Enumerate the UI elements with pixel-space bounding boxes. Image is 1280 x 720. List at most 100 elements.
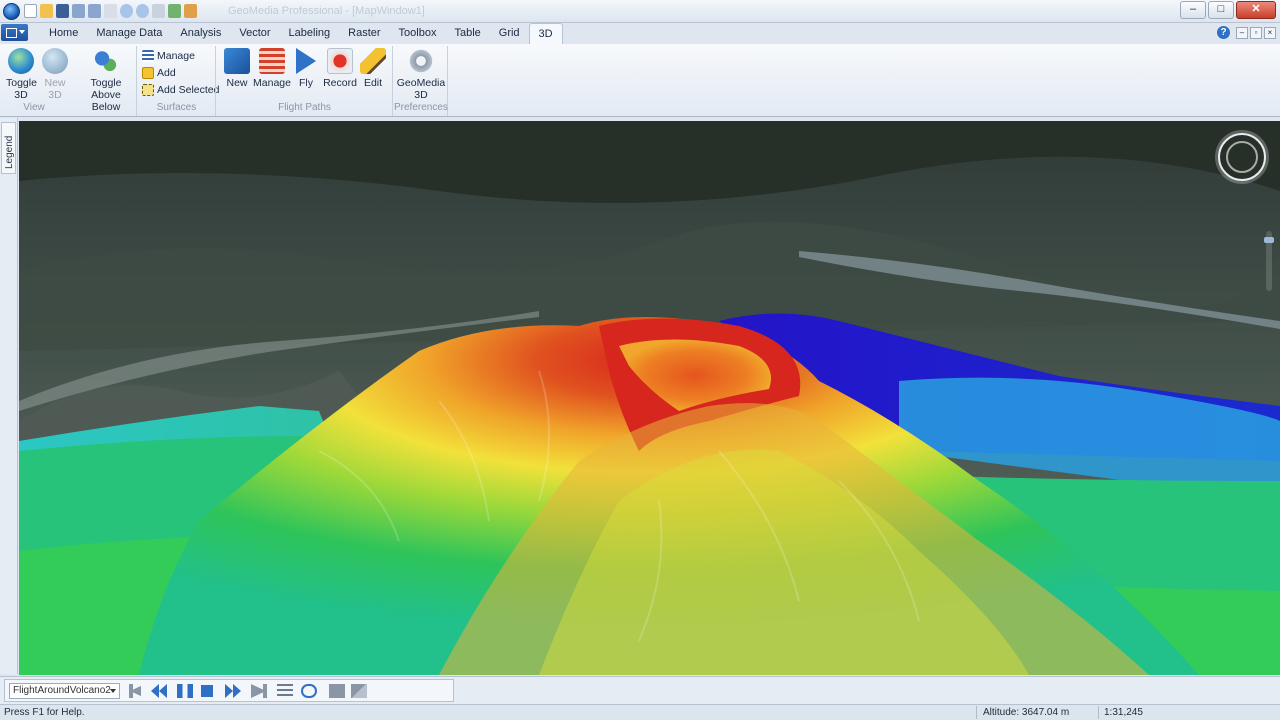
pencil-icon — [360, 48, 386, 74]
app-globe-icon[interactable] — [3, 3, 20, 20]
tab-3d[interactable]: 3D — [528, 23, 563, 44]
flight-new-label: New — [226, 77, 248, 89]
chevron-down-icon — [110, 689, 116, 693]
pan-icon[interactable] — [152, 4, 165, 18]
fast-forward-icon[interactable] — [225, 684, 241, 698]
above-below-icon — [93, 48, 119, 74]
terrain-scene — [19, 121, 1280, 675]
maximize-button[interactable]: □ — [1208, 1, 1234, 19]
flight-edit-label: Edit — [363, 77, 383, 89]
window-controls: – □ ✕ — [1180, 1, 1276, 19]
fit-all-icon[interactable] — [168, 4, 181, 18]
group-label-flight-paths: Flight Paths — [278, 102, 331, 113]
application-menu-button[interactable] — [1, 24, 28, 41]
mdi-restore-button[interactable]: ▫ — [1250, 27, 1262, 39]
new-flight-path-icon — [224, 48, 250, 74]
save-icon[interactable] — [56, 4, 69, 18]
geomedia-3d-label: GeoMedia 3D — [396, 77, 446, 101]
tab-vector[interactable]: Vector — [230, 23, 279, 44]
legend-dock: Legend — [0, 118, 18, 674]
title-bar: GeoMedia Professional - [MapWindow1] – □… — [0, 0, 1280, 23]
new-3d-label: New 3D — [44, 77, 66, 101]
toggle-above-below-button[interactable]: Toggle Above Below — [76, 48, 136, 113]
pause-icon[interactable] — [177, 684, 193, 698]
status-bar: Press F1 for Help. Altitude: 3647.04 m 1… — [0, 704, 1280, 720]
group-label-preferences: Preferences — [394, 102, 448, 113]
tab-raster[interactable]: Raster — [339, 23, 389, 44]
gear-icon — [408, 48, 434, 74]
flight-fly-button[interactable]: Fly — [293, 48, 319, 89]
flight-record-button[interactable]: Record — [321, 48, 359, 89]
flight-manage-button[interactable]: Manage — [253, 48, 291, 89]
flight-fly-label: Fly — [299, 77, 313, 89]
undo-icon[interactable] — [72, 4, 85, 18]
new-document-icon[interactable] — [24, 4, 37, 18]
tab-home[interactable]: Home — [40, 23, 87, 44]
window-title: GeoMedia Professional - [MapWindow1] — [228, 5, 425, 17]
ribbon-group-surfaces: Surfaces — [138, 46, 216, 116]
tab-grid[interactable]: Grid — [490, 23, 529, 44]
flight-playback-toolbar: FlightAroundVolcano2 — [4, 679, 454, 702]
minimize-button[interactable]: – — [1180, 1, 1206, 19]
save-flight-icon[interactable] — [329, 684, 345, 698]
flight-settings-icon[interactable] — [351, 684, 367, 698]
open-folder-icon[interactable] — [40, 4, 53, 18]
flight-path-select-value: FlightAroundVolcano2 — [13, 685, 111, 696]
skip-to-end-icon[interactable] — [251, 684, 267, 698]
zoom-slider-thumb[interactable] — [1264, 237, 1274, 243]
legend-tab-label: Legend — [4, 135, 15, 169]
stop-icon[interactable] — [201, 685, 213, 697]
flight-new-button[interactable]: New — [221, 48, 253, 89]
legend-tab[interactable]: Legend — [1, 122, 16, 174]
paint-icon[interactable] — [184, 4, 197, 18]
group-label-surfaces: Surfaces — [156, 102, 197, 113]
skip-to-start-icon[interactable] — [129, 684, 145, 698]
ribbon-tabs: Home Manage Data Analysis Vector Labelin… — [40, 23, 563, 44]
play-icon — [296, 48, 316, 74]
mdi-close-button[interactable]: × — [1264, 27, 1276, 39]
geomedia-3d-preferences-button[interactable]: GeoMedia 3D — [396, 48, 446, 101]
status-divider — [976, 706, 977, 719]
new-3d-button[interactable]: New 3D — [40, 48, 70, 101]
toggle-above-below-label: Toggle Above Below — [90, 77, 122, 113]
zoom-out-icon[interactable] — [136, 4, 149, 18]
help-button[interactable]: ? — [1217, 26, 1230, 39]
status-scale: 1:31,245 — [1104, 707, 1143, 718]
zoom-slider[interactable] — [1264, 231, 1274, 291]
status-divider — [1098, 706, 1099, 719]
tab-analysis[interactable]: Analysis — [171, 23, 230, 44]
tab-manage-data[interactable]: Manage Data — [87, 23, 171, 44]
tab-table[interactable]: Table — [445, 23, 489, 44]
manage-flights-icon — [259, 48, 285, 74]
map-3d-viewport[interactable] — [19, 121, 1280, 675]
mdi-controls: – ▫ × — [1236, 27, 1276, 39]
globe-icon — [8, 48, 34, 74]
speed-icon[interactable] — [277, 684, 293, 698]
ribbon-group-preferences: GeoMedia 3D Preferences — [394, 46, 448, 116]
navigation-compass-icon[interactable] — [1218, 133, 1266, 181]
rewind-icon[interactable] — [151, 684, 167, 698]
flight-manage-label: Manage — [253, 77, 291, 89]
ribbon-group-view: Toggle 3D New 3D Toggle Above Below View — [2, 46, 137, 116]
mdi-minimize-button[interactable]: – — [1236, 27, 1248, 39]
select-tool-icon[interactable] — [104, 4, 117, 18]
new-globe-icon — [42, 48, 68, 74]
flight-record-label: Record — [323, 77, 357, 89]
flight-edit-button[interactable]: Edit — [359, 48, 387, 89]
redo-icon[interactable] — [88, 4, 101, 18]
ribbon-tab-row: Home Manage Data Analysis Vector Labelin… — [0, 23, 1280, 44]
flight-playback-bar: FlightAroundVolcano2 — [0, 676, 1280, 704]
tab-toolbox[interactable]: Toolbox — [390, 23, 446, 44]
close-button[interactable]: ✕ — [1236, 1, 1276, 19]
toggle-3d-button[interactable]: Toggle 3D — [6, 48, 37, 101]
ribbon-group-flight-paths: New Manage Fly Record Edit Flight Paths — [217, 46, 393, 116]
loop-icon[interactable] — [301, 684, 317, 698]
record-icon — [327, 48, 353, 74]
ribbon-panel: Toggle 3D New 3D Toggle Above Below View… — [0, 44, 1280, 117]
toggle-3d-label: Toggle 3D — [6, 77, 37, 101]
quick-access-toolbar — [24, 4, 197, 20]
status-help-text: Press F1 for Help. — [4, 707, 85, 718]
zoom-in-icon[interactable] — [120, 4, 133, 18]
flight-path-select[interactable]: FlightAroundVolcano2 — [9, 683, 120, 699]
tab-labeling[interactable]: Labeling — [280, 23, 340, 44]
